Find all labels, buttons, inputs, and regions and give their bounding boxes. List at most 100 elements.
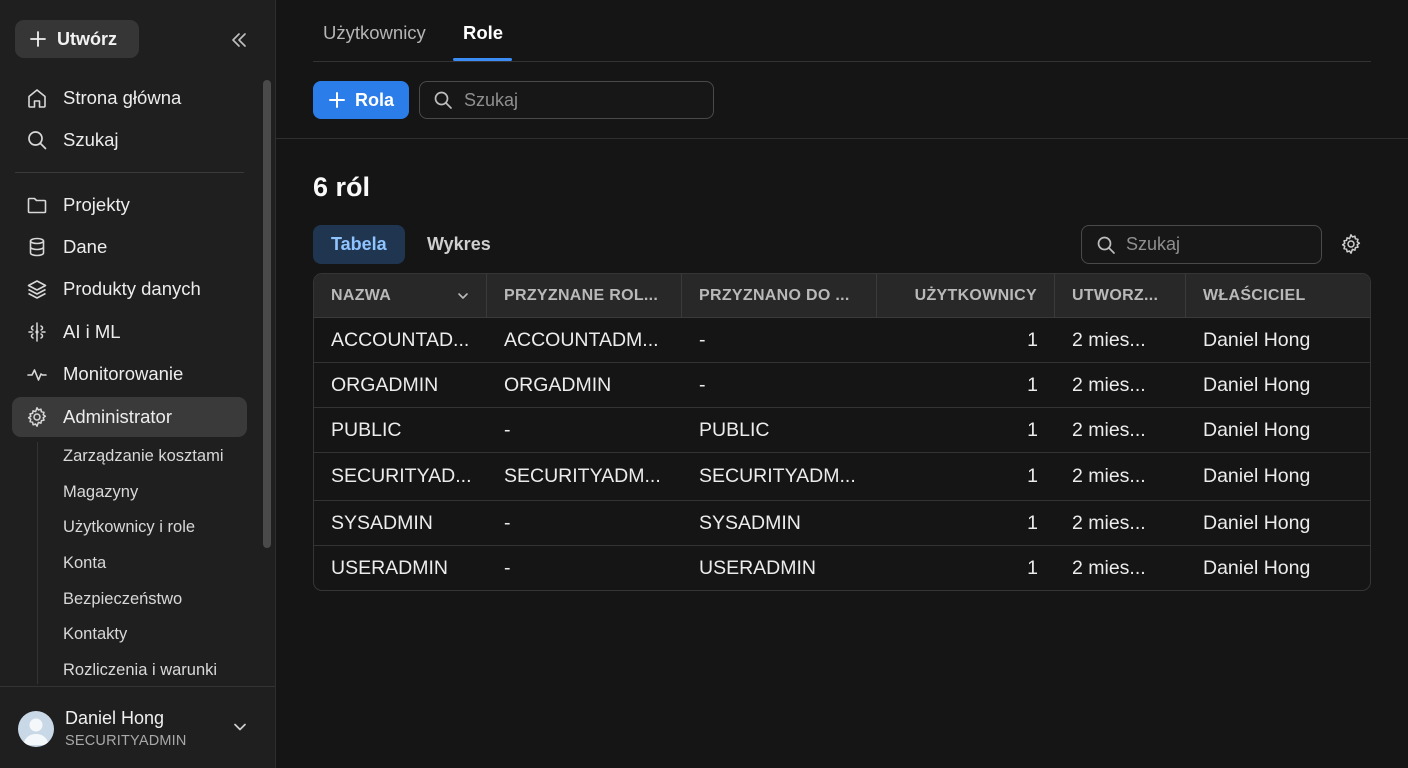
sidebar-subitem-accounts[interactable]: Konta (63, 551, 106, 575)
column-header-users[interactable]: UŻYTKOWNICY (877, 274, 1055, 318)
table-row[interactable]: ACCOUNTAD... ACCOUNTADM... - 1 2 mies... Dani… (314, 318, 1370, 363)
cell-granted-roles: SECURITYADM... (504, 465, 661, 487)
top-tabs: Użytkownicy Role (313, 0, 1371, 62)
cell-granted-to: PUBLIC (699, 418, 770, 441)
tab-roles[interactable]: Role (463, 22, 503, 44)
home-icon (25, 86, 49, 110)
role-search-box[interactable] (419, 81, 714, 119)
table-row[interactable]: USERADMIN - USERADMIN 1 2 mies... Daniel Hong (314, 546, 1370, 590)
activity-icon (25, 362, 49, 386)
sidebar-item-data[interactable]: Dane (12, 227, 247, 267)
cell-users: 1 (1027, 465, 1038, 487)
sidebar-item-data-products[interactable]: Produkty danych (12, 269, 247, 309)
add-role-button[interactable]: Rola (313, 81, 409, 119)
cell-users: 1 (1027, 557, 1038, 579)
cell-granted-roles: ORGADMIN (504, 373, 612, 396)
table-row[interactable]: PUBLIC - PUBLIC 1 2 mies... Daniel Hong (314, 408, 1370, 453)
cell-name: ORGADMIN (331, 373, 439, 396)
column-header-owner[interactable]: WŁAŚCICIEL (1186, 274, 1370, 318)
tab-chart[interactable]: Wykres (409, 225, 509, 264)
tab-users[interactable]: Użytkownicy (323, 22, 426, 44)
sidebar-subitem-cost-management[interactable]: Zarządzanie kosztami (63, 444, 223, 468)
cell-granted-roles: - (504, 557, 511, 579)
cell-created: 2 mies... (1072, 465, 1146, 487)
cell-owner: Daniel Hong (1203, 511, 1311, 534)
column-header-granted-roles[interactable]: PRZYZNANE ROL... (487, 274, 682, 318)
cell-users: 1 (1027, 328, 1038, 351)
cell-created: 2 mies... (1072, 328, 1146, 351)
user-menu[interactable]: Daniel Hong SECURITYADMIN (0, 686, 275, 768)
column-header-created[interactable]: UTWORZ... (1055, 274, 1186, 318)
page-title: 6 ról (313, 172, 371, 202)
cell-created: 2 mies... (1072, 557, 1146, 579)
add-role-button-label: Rola (355, 89, 395, 110)
table-header: NAZWA PRZYZNANE ROL... PRZYZNANO DO ... … (314, 274, 1370, 318)
chevron-down-icon[interactable] (457, 291, 469, 301)
sidebar-subitem-billing-terms[interactable]: Rozliczenia i warunki (63, 658, 217, 682)
cell-granted-roles: - (504, 511, 511, 534)
collapse-sidebar-button[interactable] (226, 28, 252, 52)
sidebar-divider (15, 172, 244, 173)
cell-name: USERADMIN (331, 557, 449, 579)
sidebar-item-projects[interactable]: Projekty (12, 185, 247, 225)
sidebar-item-label: AI i ML (63, 321, 121, 342)
sidebar-scrollbar[interactable] (263, 80, 271, 548)
table-row[interactable]: SECURITYAD... SECURITYADM... SECURITYADM..… (314, 453, 1370, 501)
user-name: Daniel Hong (65, 708, 165, 728)
cell-granted-roles: - (504, 418, 511, 441)
user-role: SECURITYADMIN (65, 733, 187, 749)
layers-icon (25, 277, 49, 301)
column-header-granted-to[interactable]: PRZYZNANO DO ... (682, 274, 877, 318)
database-icon (25, 235, 49, 259)
cell-created: 2 mies... (1072, 418, 1146, 441)
cell-granted-to: SYSADMIN (699, 511, 801, 534)
sidebar-item-label: Szukaj (63, 129, 119, 150)
submenu-guide-line (37, 442, 38, 684)
cell-owner: Daniel Hong (1203, 557, 1311, 579)
sidebar-item-ai-ml[interactable]: AI i ML (12, 312, 247, 352)
search-icon (25, 128, 49, 152)
cell-granted-to: - (699, 328, 706, 351)
sidebar-item-monitoring[interactable]: Monitorowanie (12, 354, 247, 394)
sidebar-item-label: Dane (63, 236, 108, 257)
gear-icon (25, 405, 49, 429)
sidebar-item-home[interactable]: Strona główna (12, 78, 247, 118)
sidebar-subitem-contacts[interactable]: Kontakty (63, 622, 127, 646)
sidebar-item-administrator[interactable]: Administrator (12, 397, 247, 437)
cell-granted-to: - (699, 373, 706, 396)
sidebar-item-label: Administrator (63, 406, 172, 427)
role-search-input[interactable] (464, 89, 684, 111)
sidebar-subitem-security[interactable]: Bezpieczeństwo (63, 587, 182, 611)
cell-created: 2 mies... (1072, 373, 1146, 396)
table-settings-gear-icon[interactable] (1340, 233, 1362, 255)
create-button[interactable]: Utwórz (15, 20, 139, 58)
cell-owner: Daniel Hong (1203, 465, 1311, 487)
cell-owner: Daniel Hong (1203, 418, 1311, 441)
sidebar-item-label: Projekty (63, 194, 130, 215)
cell-name: SECURITYAD... (331, 465, 472, 487)
column-header-name[interactable]: NAZWA (314, 274, 487, 318)
cell-granted-to: SECURITYADM... (699, 465, 856, 487)
create-button-label: Utwórz (57, 28, 117, 49)
cell-granted-to: USERADMIN (699, 557, 817, 579)
search-icon (1096, 235, 1116, 255)
cell-users: 1 (1027, 373, 1038, 396)
sidebar-subitem-users-roles[interactable]: Użytkownicy i role (63, 515, 195, 539)
chevron-down-icon[interactable] (232, 721, 248, 733)
sidebar-item-label: Produkty danych (63, 278, 201, 299)
sidebar-item-label: Monitorowanie (63, 363, 184, 384)
cell-created: 2 mies... (1072, 511, 1146, 534)
active-tab-indicator (453, 58, 512, 61)
table-search-input[interactable] (1126, 234, 1296, 255)
tab-table[interactable]: Tabela (313, 225, 405, 264)
sidebar-item-search[interactable]: Szukaj (12, 120, 247, 160)
cell-name: SYSADMIN (331, 511, 433, 534)
table-row[interactable]: SYSADMIN - SYSADMIN 1 2 mies... Daniel Hong (314, 501, 1370, 546)
avatar (18, 711, 54, 747)
plus-icon (328, 91, 346, 109)
sidebar-subitem-warehouses[interactable]: Magazyny (63, 480, 138, 504)
table-row[interactable]: ORGADMIN ORGADMIN - 1 2 mies... Daniel Hong (314, 363, 1370, 408)
table-search-box[interactable] (1081, 225, 1322, 264)
cell-users: 1 (1027, 511, 1038, 534)
double-chevron-left-icon (230, 32, 248, 48)
